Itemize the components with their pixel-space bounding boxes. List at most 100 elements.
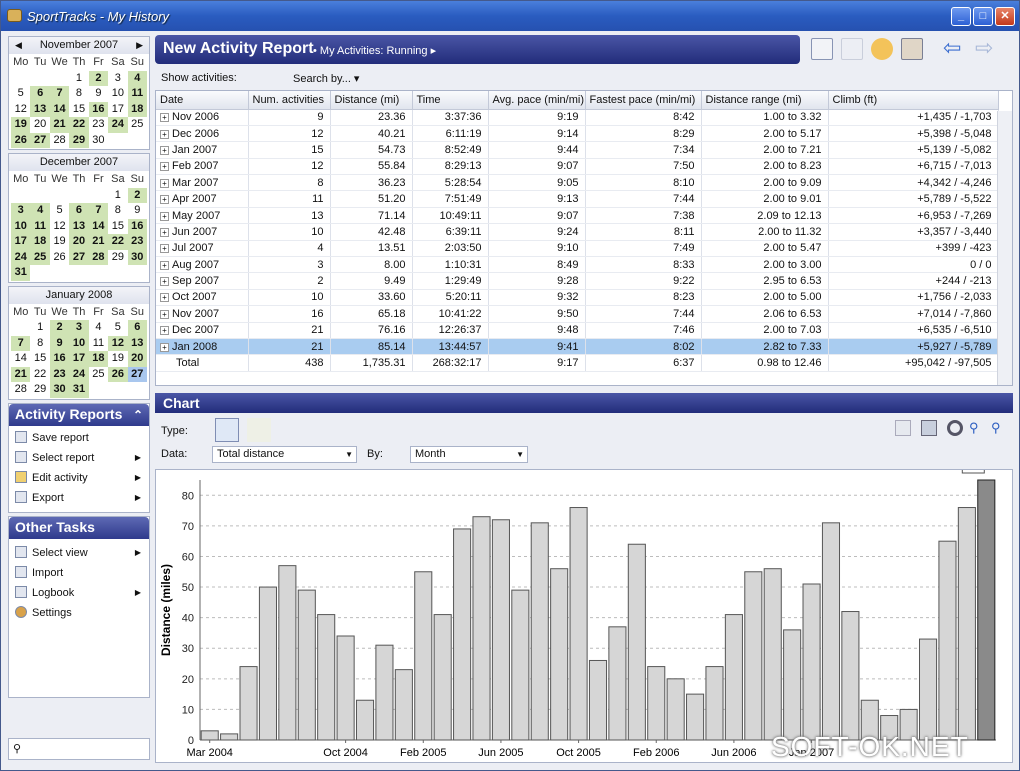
calendar-day[interactable]: 19 [50, 234, 69, 250]
table-row[interactable]: + Aug 2007 3 8.00 1:10:31 8:49 8:33 2.00 to 3.0… [156, 256, 999, 274]
close-button[interactable]: ✕ [995, 7, 1015, 26]
total-row[interactable]: Total 438 1,735.31 268:32:17 9:17 6:37 0.98 to… [156, 354, 999, 372]
calendar-day[interactable]: 30 [127, 249, 147, 265]
calendar-day[interactable]: 13 [30, 101, 50, 117]
column-header[interactable]: Climb (ft) [828, 91, 999, 110]
settings-item[interactable]: Settings [9, 603, 149, 623]
fit-chart-icon[interactable] [947, 420, 963, 436]
chart-by-select[interactable]: Month ▼ [410, 446, 528, 463]
calendar-day[interactable]: 21 [88, 234, 109, 250]
table-row[interactable]: + May 2007 13 71.14 10:49:11 9:07 7:38 2.09 to … [156, 207, 999, 225]
calendar-day[interactable]: 27 [69, 249, 89, 265]
calendar-day[interactable]: 7 [49, 86, 70, 102]
column-header[interactable]: Num. activities [248, 91, 331, 110]
calendar-day[interactable]: 24 [11, 249, 31, 265]
calendar-day[interactable]: 8 [30, 336, 49, 352]
calendar-day[interactable]: 7 [11, 335, 31, 351]
calendar-day[interactable]: 5 [50, 203, 69, 219]
save-image-icon[interactable] [921, 420, 937, 436]
expand-icon[interactable]: + [160, 342, 169, 352]
back-arrow-icon[interactable]: ⇦ [943, 37, 965, 60]
list-view-icon[interactable] [811, 38, 833, 60]
other-tasks-header[interactable]: Other Tasks [9, 516, 149, 539]
sidebar-search-input[interactable]: ⚲ [8, 738, 150, 760]
table-row[interactable]: + Oct 2007 10 33.60 5:20:11 9:32 8:23 2.00 to 5… [156, 289, 999, 307]
calendar-day[interactable]: 26 [108, 366, 128, 382]
calendar-day[interactable]: 2 [49, 320, 70, 336]
table-row[interactable]: + Dec 2006 12 40.21 6:11:19 9:14 8:29 2.00 to 5… [156, 125, 999, 143]
calendar-day[interactable]: 24 [108, 117, 128, 133]
zoom-in-icon[interactable]: ⚲ [969, 420, 985, 436]
calendar-day[interactable]: 30 [89, 133, 108, 149]
calendar-day[interactable]: 3 [69, 320, 89, 336]
calendar-day[interactable]: 11 [89, 336, 108, 352]
calendar-day[interactable]: 4 [127, 70, 147, 86]
expand-icon[interactable]: + [160, 113, 169, 123]
calendar-day[interactable]: 29 [69, 132, 89, 148]
bar-chart-type-icon[interactable] [215, 418, 239, 442]
expand-icon[interactable]: + [160, 293, 169, 303]
table-row[interactable]: + Nov 2007 16 65.18 10:41:22 9:50 7:44 2.06 to … [156, 305, 999, 323]
calendar-day[interactable]: 6 [69, 203, 89, 219]
select-view-item[interactable]: Select view ▶ [9, 543, 149, 563]
calendar-day[interactable]: 15 [108, 219, 127, 235]
table-row[interactable]: + Apr 2007 11 51.20 7:51:49 9:13 7:44 2.00 to 9… [156, 190, 999, 208]
calendar-day[interactable]: 12 [108, 335, 128, 351]
calendar-day[interactable]: 17 [11, 234, 31, 250]
calendar-day[interactable]: 8 [108, 203, 127, 219]
calendar-day[interactable]: 21 [49, 117, 70, 133]
calendar-day[interactable]: 20 [127, 351, 147, 367]
calendar-day[interactable]: 6 [30, 86, 50, 102]
calendar-day[interactable]: 14 [49, 101, 70, 117]
collapse-icon[interactable]: ⌃ [133, 405, 143, 426]
calendar-day[interactable]: 22 [69, 117, 89, 133]
calendar-day[interactable]: 14 [88, 218, 109, 234]
table-row[interactable]: + Jan 2007 15 54.73 8:52:49 9:44 7:34 2.00 to 7… [156, 141, 999, 159]
expand-icon[interactable]: + [160, 309, 169, 319]
calendar-day[interactable]: 15 [30, 351, 49, 367]
calendar-day[interactable]: 5 [108, 320, 127, 336]
calendar-day[interactable]: 18 [88, 351, 109, 367]
calendar-day[interactable]: 1 [108, 188, 127, 204]
column-header[interactable]: Date [156, 91, 249, 110]
calendar-day[interactable]: 1 [30, 320, 49, 336]
calendar-day[interactable]: 11 [127, 86, 147, 102]
table-row[interactable]: + Feb 2007 12 55.84 8:29:13 9:07 7:50 2.00 to 8… [156, 158, 999, 176]
calendar-day[interactable]: 19 [108, 351, 127, 367]
chart-options-icon[interactable] [895, 420, 911, 436]
table-row[interactable]: + Dec 2007 21 76.16 12:26:37 9:48 7:46 2.00 to … [156, 322, 999, 339]
calendar-day[interactable]: 27 [30, 132, 50, 148]
calendar-icon[interactable] [901, 38, 923, 60]
calendar-day[interactable]: 17 [69, 351, 89, 367]
calendar-day[interactable]: 13 [127, 335, 147, 351]
save-report-item[interactable]: Save report [9, 428, 149, 448]
calendar-day[interactable]: 28 [11, 382, 30, 398]
table-row[interactable]: + Jul 2007 4 13.51 2:03:50 9:10 7:49 2.00 to 5.… [156, 240, 999, 258]
calendar-day[interactable]: 3 [108, 71, 127, 87]
calendar-day[interactable]: 20 [69, 234, 89, 250]
calendar-day[interactable]: 16 [88, 101, 109, 117]
calendar-day[interactable]: 1 [69, 71, 88, 87]
calendar-day[interactable]: 25 [89, 367, 108, 383]
vertical-scrollbar[interactable] [997, 111, 1012, 385]
logbook-item[interactable]: Logbook ▶ [9, 583, 149, 603]
column-header[interactable]: Fastest pace (min/mi) [585, 91, 702, 110]
calendar-day[interactable]: 12 [50, 219, 69, 235]
calendar-day[interactable]: 25 [30, 249, 50, 265]
forward-arrow-icon[interactable]: ⇨ [975, 37, 997, 60]
calendar-day[interactable]: 29 [108, 250, 127, 266]
calendar-day[interactable]: 22 [30, 367, 49, 383]
calendar-day[interactable]: 10 [69, 335, 89, 351]
calendar-day[interactable]: 14 [11, 351, 30, 367]
expand-icon[interactable]: + [160, 145, 169, 155]
calendar-day[interactable]: 16 [127, 218, 147, 234]
column-header[interactable]: Time [412, 91, 489, 110]
calendar-day[interactable]: 28 [88, 249, 109, 265]
table-row[interactable]: + Mar 2007 8 36.23 5:28:54 9:05 8:10 2.00 to 9.… [156, 174, 999, 192]
calendar-day[interactable]: 3 [11, 203, 31, 219]
calendar-day[interactable]: 10 [108, 86, 127, 102]
expand-icon[interactable]: + [160, 277, 169, 287]
calendar-day[interactable]: 25 [128, 117, 147, 133]
calendar-day[interactable]: 31 [69, 382, 89, 398]
calendar-day[interactable]: 11 [30, 218, 50, 234]
